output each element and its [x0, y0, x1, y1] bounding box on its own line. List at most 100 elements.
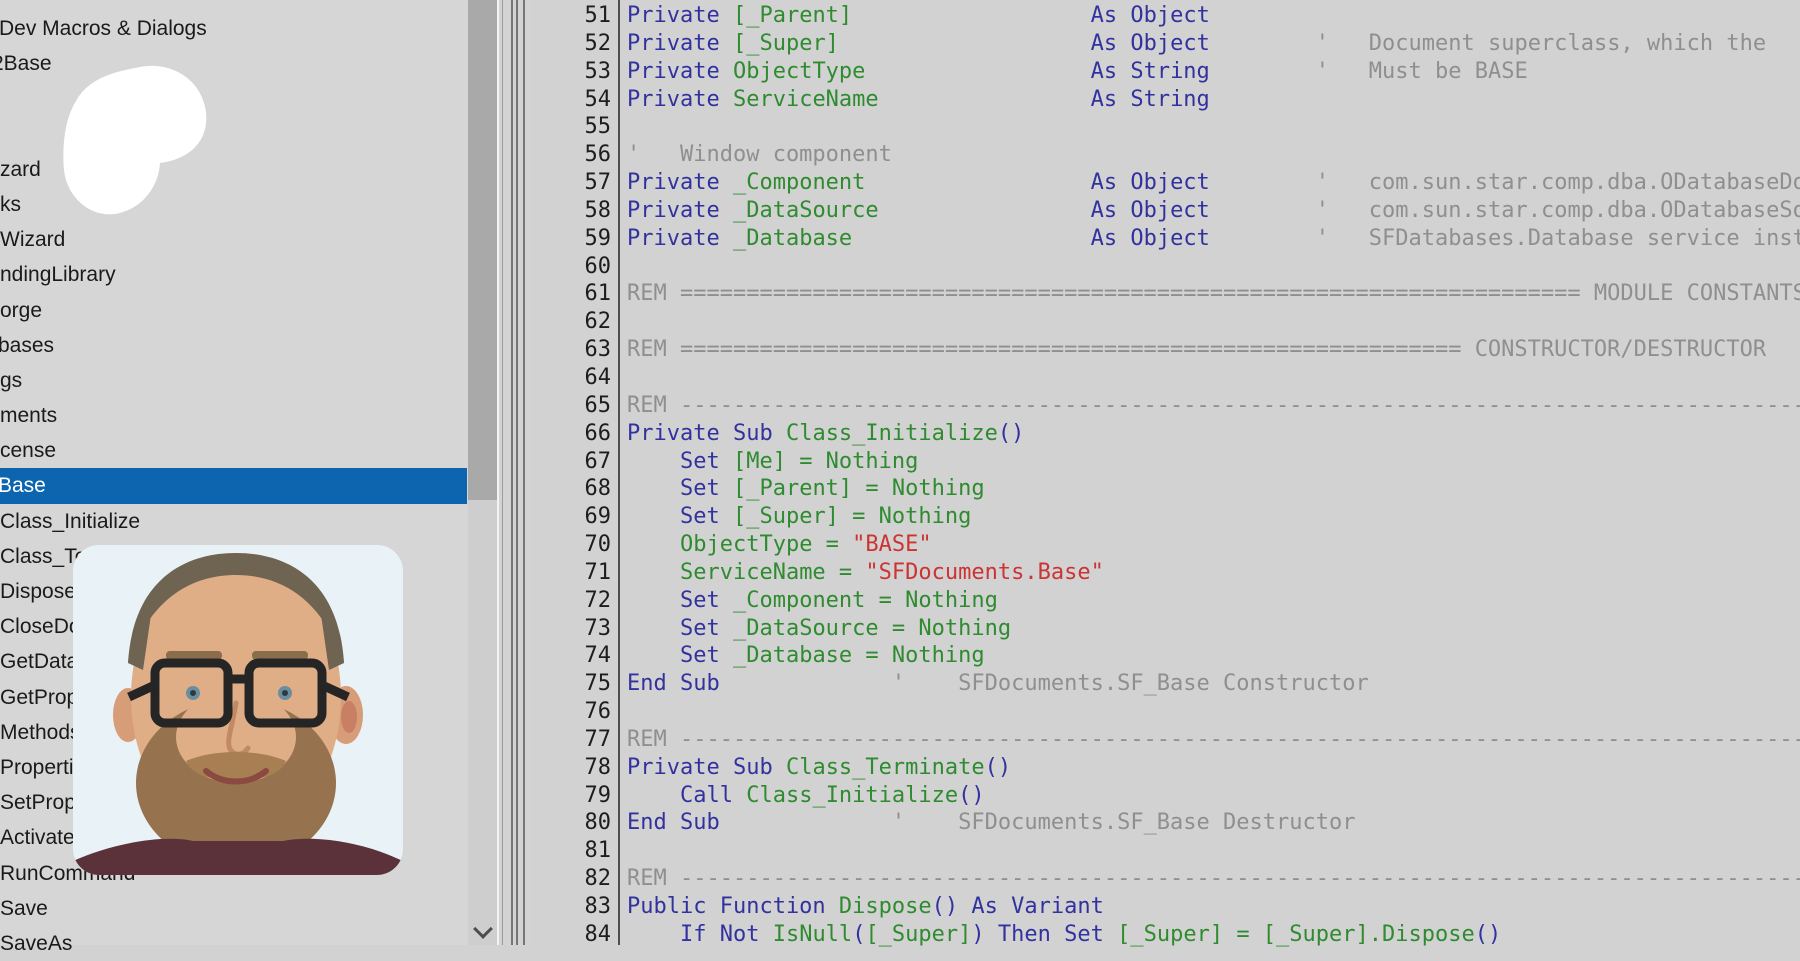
- code-line[interactable]: End Sub ' SFDocuments.SF_Base Constructo…: [627, 670, 1800, 698]
- tree-item-label: orge: [0, 293, 42, 328]
- code-line[interactable]: [627, 837, 1800, 865]
- code-line[interactable]: Private _Database As Object ' SFDatabase…: [627, 225, 1800, 253]
- code-line[interactable]: REM ====================================…: [627, 280, 1800, 308]
- tree-item-label: Dev Macros & Dialogs: [0, 11, 207, 46]
- line-number: 76: [532, 698, 618, 726]
- code-line[interactable]: [627, 308, 1800, 336]
- line-number: 67: [532, 448, 618, 476]
- code-line[interactable]: Set [_Parent] = Nothing: [627, 475, 1800, 503]
- line-number: 70: [532, 531, 618, 559]
- code-line[interactable]: REM ------------------------------------…: [627, 726, 1800, 754]
- line-number: 57: [532, 169, 618, 197]
- code-line[interactable]: Private ServiceName As String: [627, 86, 1800, 114]
- line-number: 64: [532, 364, 618, 392]
- tree-item[interactable]: Save: [0, 891, 467, 926]
- line-number: 72: [532, 587, 618, 615]
- tree-item-label: 2Base: [0, 46, 52, 81]
- line-number: 62: [532, 308, 618, 336]
- code-line[interactable]: REM ====================================…: [627, 336, 1800, 364]
- line-number: 77: [532, 726, 618, 754]
- code-line[interactable]: ' Window component: [627, 141, 1800, 169]
- tree-item[interactable]: Wizard: [0, 222, 467, 257]
- code-line[interactable]: [627, 364, 1800, 392]
- tree-item-label: Dispose: [0, 574, 76, 609]
- line-number: 63: [532, 336, 618, 364]
- tree-item[interactable]: Class_Initialize: [0, 504, 467, 539]
- code-line[interactable]: Set [_Super] = Nothing: [627, 503, 1800, 531]
- code-line[interactable]: Private [_Parent] As Object: [627, 2, 1800, 30]
- line-number: 79: [532, 782, 618, 810]
- line-number: 58: [532, 197, 618, 225]
- code-line[interactable]: Public Function Dispose() As Variant: [627, 893, 1800, 921]
- line-number: 69: [532, 503, 618, 531]
- code-line[interactable]: Set _Database = Nothing: [627, 642, 1800, 670]
- code-line[interactable]: Set _DataSource = Nothing: [627, 615, 1800, 643]
- line-number: 54: [532, 86, 618, 114]
- tree-item-selected[interactable]: Base: [0, 468, 467, 503]
- tree-item-label: Activate: [0, 820, 75, 855]
- code-line[interactable]: Private [_Super] As Object ' Document su…: [627, 30, 1800, 58]
- line-number: 55: [532, 113, 618, 141]
- scrollbar-thumb[interactable]: [468, 0, 497, 500]
- code-line[interactable]: ObjectType = "BASE": [627, 531, 1800, 559]
- scrollbar-down-button[interactable]: [468, 915, 497, 945]
- line-number: 75: [532, 670, 618, 698]
- code-line[interactable]: Private _Component As Object ' com.sun.s…: [627, 169, 1800, 197]
- code-line[interactable]: End Sub ' SFDocuments.SF_Base Destructor: [627, 809, 1800, 837]
- tree-item-label: ks: [0, 187, 21, 222]
- tree-item[interactable]: cense: [0, 433, 467, 468]
- line-number: 81: [532, 837, 618, 865]
- tree-item[interactable]: ments: [0, 398, 467, 433]
- line-number: 83: [532, 893, 618, 921]
- tree-item[interactable]: gs: [0, 363, 467, 398]
- line-number: 52: [532, 30, 618, 58]
- tree-item[interactable]: ndingLibrary: [0, 257, 467, 292]
- code-line[interactable]: Private ObjectType As String ' Must be B…: [627, 58, 1800, 86]
- line-number: 73: [532, 615, 618, 643]
- line-number: 82: [532, 865, 618, 893]
- code-editor[interactable]: Private [_Parent] As ObjectPrivate [_Sup…: [622, 0, 1800, 947]
- code-line[interactable]: Set _Component = Nothing: [627, 587, 1800, 615]
- tree-item-label: cense: [0, 433, 56, 468]
- code-line[interactable]: [627, 698, 1800, 726]
- line-number: 59: [532, 225, 618, 253]
- code-line[interactable]: [627, 113, 1800, 141]
- code-line[interactable]: [627, 253, 1800, 281]
- line-number: 80: [532, 809, 618, 837]
- tree-item[interactable]: orge: [0, 293, 467, 328]
- tree-item-label: bases: [0, 328, 54, 363]
- sidebar-scrollbar[interactable]: [468, 0, 497, 945]
- code-line[interactable]: Call Class_Initialize(): [627, 782, 1800, 810]
- code-line[interactable]: REM ------------------------------------…: [627, 392, 1800, 420]
- code-line[interactable]: Private Sub Class_Initialize(): [627, 420, 1800, 448]
- line-number: 74: [532, 642, 618, 670]
- code-line[interactable]: Private _DataSource As Object ' com.sun.…: [627, 197, 1800, 225]
- tree-item-label: Wizard: [0, 222, 65, 257]
- code-line[interactable]: REM ------------------------------------…: [627, 865, 1800, 893]
- code-line[interactable]: If Not IsNull([_Super]) Then Set [_Super…: [627, 921, 1800, 947]
- code-line[interactable]: Private Sub Class_Terminate(): [627, 754, 1800, 782]
- line-number: 61: [532, 280, 618, 308]
- panel-splitter[interactable]: [499, 0, 532, 945]
- code-line[interactable]: ServiceName = "SFDocuments.Base": [627, 559, 1800, 587]
- tree-item[interactable]: bases: [0, 328, 467, 363]
- line-number: 56: [532, 141, 618, 169]
- chevron-down-icon: [473, 919, 493, 939]
- line-number: 53: [532, 58, 618, 86]
- line-number-gutter: 5152535455565758596061626364656667686970…: [532, 0, 620, 945]
- tree-item-label: gs: [0, 363, 22, 398]
- line-number: 60: [532, 253, 618, 281]
- tree-item-label: Save: [0, 891, 48, 926]
- line-number: 66: [532, 420, 618, 448]
- line-number: 78: [532, 754, 618, 782]
- line-number: 71: [532, 559, 618, 587]
- tree-item-label: ments: [0, 398, 57, 433]
- tree-item-label: Class_Initialize: [0, 504, 140, 539]
- code-line[interactable]: Set [Me] = Nothing: [627, 448, 1800, 476]
- line-number: 68: [532, 475, 618, 503]
- line-number: 65: [532, 392, 618, 420]
- tree-item[interactable]: SaveAs: [0, 926, 467, 961]
- tree-item-label: zard: [0, 152, 41, 187]
- tree-item[interactable]: Dev Macros & Dialogs: [0, 11, 467, 46]
- tree-item-label: SaveAs: [0, 926, 72, 961]
